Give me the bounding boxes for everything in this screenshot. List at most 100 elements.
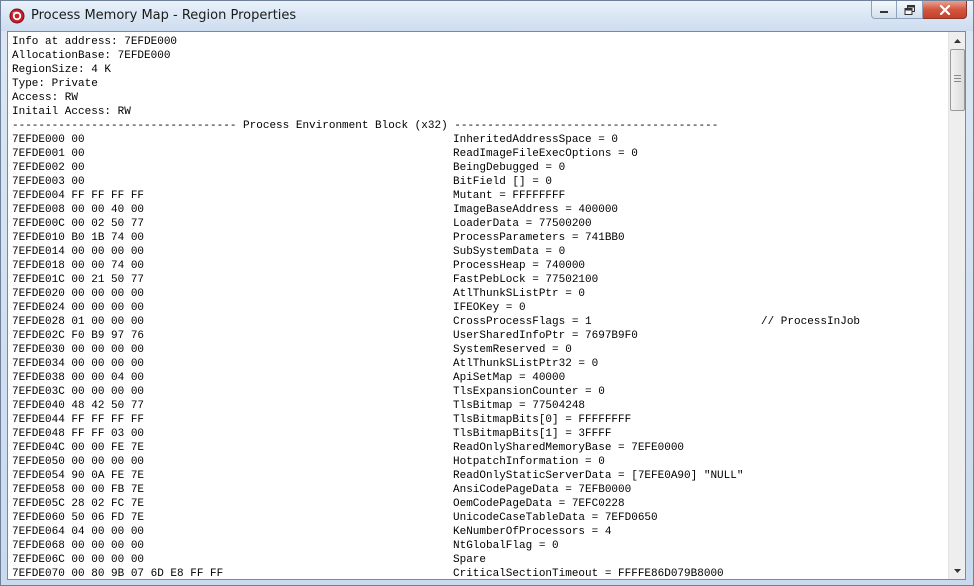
peb-row: 7EFDE048 FF FF 03 00 TlsBitmapBits[1] = 3… xyxy=(12,427,948,441)
peb-row: 7EFDE00C 00 02 50 77 LoaderData = 7750020… xyxy=(12,217,948,231)
peb-hex-bytes: 7EFDE050 00 00 00 00 xyxy=(12,456,145,468)
peb-field: BitField [] = 0 xyxy=(453,176,553,188)
peb-hex-bytes: 7EFDE04C 00 00 FE 7E xyxy=(12,442,145,454)
peb-row: 7EFDE044 FF FF FF FF TlsBitmapBits[0] = F… xyxy=(12,413,948,427)
peb-hex-bytes: 7EFDE060 50 06 FD 7E xyxy=(12,512,145,524)
peb-row: 7EFDE020 00 00 00 00 AtlThunkSListPtr = 0 xyxy=(12,287,948,301)
close-icon xyxy=(939,4,950,15)
peb-field: AtlThunkSListPtr32 = 0 xyxy=(453,358,599,370)
peb-hex-bytes: 7EFDE018 00 00 74 00 xyxy=(12,260,145,272)
peb-hex-bytes: 7EFDE040 48 42 50 77 xyxy=(12,400,145,412)
scroll-down-button[interactable] xyxy=(949,562,965,579)
scroll-up-button[interactable] xyxy=(949,32,965,49)
peb-row: 7EFDE050 00 00 00 00 HotpatchInformation … xyxy=(12,455,948,469)
peb-row: 7EFDE018 00 00 74 00 ProcessHeap = 740000 xyxy=(12,259,948,273)
peb-hex-bytes: 7EFDE03C 00 00 00 00 xyxy=(12,386,145,398)
peb-field: OemCodePageData = 7EFC0228 xyxy=(453,498,625,510)
info-line: Access: RW xyxy=(12,91,948,105)
info-line: RegionSize: 4 K xyxy=(12,63,948,77)
peb-hex-bytes: 7EFDE008 00 00 40 00 xyxy=(12,204,145,216)
peb-row: 7EFDE034 00 00 00 00 AtlThunkSListPtr32 =… xyxy=(12,357,948,371)
restore-button[interactable] xyxy=(897,1,923,19)
title-bar[interactable]: Process Memory Map - Region Properties xyxy=(1,1,973,31)
peb-field: InheritedAddressSpace = 0 xyxy=(453,134,619,146)
peb-field: ProcessHeap = 740000 xyxy=(453,260,586,272)
peb-field: ReadImageFileExecOptions = 0 xyxy=(453,148,638,160)
properties-text-area[interactable]: Info at address: 7EFDE000 AllocationBase:… xyxy=(7,31,966,580)
info-text: Access: RW xyxy=(12,92,79,104)
region-properties-window: Process Memory Map - Region Properties I… xyxy=(0,0,974,586)
peb-row: 7EFDE068 00 00 00 00 NtGlobalFlag = 0 xyxy=(12,539,948,553)
peb-hex-bytes: 7EFDE05C 28 02 FC 7E xyxy=(12,498,145,510)
window-title: Process Memory Map - Region Properties xyxy=(31,8,297,23)
peb-hex-bytes: 7EFDE002 00 xyxy=(12,162,85,174)
peb-row: 7EFDE024 00 00 00 00 IFEOKey = 0 xyxy=(12,301,948,315)
peb-hex-bytes: 7EFDE014 00 00 00 00 xyxy=(12,246,145,258)
info-line: Type: Private xyxy=(12,77,948,91)
peb-row: 7EFDE040 48 42 50 77 TlsBitmap = 77504248 xyxy=(12,399,948,413)
peb-row: 7EFDE058 00 00 FB 7E AnsiCodePageData = 7… xyxy=(12,483,948,497)
peb-table: 7EFDE000 00 InheritedAddressSpace = 0 7EFD… xyxy=(12,133,948,579)
peb-field: TlsBitmap = 77504248 xyxy=(453,400,586,412)
info-text: Type: Private xyxy=(12,78,98,90)
peb-row: 7EFDE02C F0 B9 97 76 UserSharedInfoPtr = … xyxy=(12,329,948,343)
peb-hex-bytes: 7EFDE06C 00 00 00 00 xyxy=(12,554,145,566)
peb-row: 7EFDE004 FF FF FF FF Mutant = FFFFFFFF xyxy=(12,189,948,203)
peb-field: FastPebLock = 77502100 xyxy=(453,274,599,286)
peb-hex-bytes: 7EFDE044 FF FF FF FF xyxy=(12,414,145,426)
peb-row: 7EFDE010 B0 1B 74 00 ProcessParameters = … xyxy=(12,231,948,245)
peb-hex-bytes: 7EFDE028 01 00 00 00 xyxy=(12,316,145,328)
peb-hex-bytes: 7EFDE004 FF FF FF FF xyxy=(12,190,145,202)
peb-row: 7EFDE030 00 00 00 00 SystemReserved = 0 xyxy=(12,343,948,357)
vertical-scrollbar[interactable] xyxy=(948,32,965,579)
minimize-icon xyxy=(880,10,888,13)
thumb-grip-line xyxy=(954,81,961,82)
peb-field: Mutant = FFFFFFFF xyxy=(453,190,566,202)
properties-content: Info at address: 7EFDE000 AllocationBase:… xyxy=(8,32,948,579)
peb-field: SubSystemData = 0 xyxy=(453,246,566,258)
peb-row: 7EFDE04C 00 00 FE 7E ReadOnlySharedMemory… xyxy=(12,441,948,455)
peb-hex-bytes: 7EFDE001 00 xyxy=(12,148,85,160)
scroll-up-arrow-icon xyxy=(953,38,961,43)
peb-field: LoaderData = 77500200 xyxy=(453,218,592,230)
peb-row: 7EFDE014 00 00 00 00 SubSystemData = 0 xyxy=(12,245,948,259)
peb-row: 7EFDE038 00 00 04 00 ApiSetMap = 40000 xyxy=(12,371,948,385)
thumb-grip-line xyxy=(954,75,961,76)
peb-hex-bytes: 7EFDE003 00 xyxy=(12,176,85,188)
peb-hex-bytes: 7EFDE030 00 00 00 00 xyxy=(12,344,145,356)
peb-field: ReadOnlySharedMemoryBase = 7EFE0000 xyxy=(453,442,685,454)
info-text: Initail Access: RW xyxy=(12,106,131,118)
peb-row: 7EFDE06C 00 00 00 00 Spare xyxy=(12,553,948,567)
region-info: Info at address: 7EFDE000 AllocationBase:… xyxy=(12,35,948,119)
peb-hex-bytes: 7EFDE054 90 0A FE 7E xyxy=(12,470,145,482)
peb-field: TlsBitmapBits[0] = FFFFFFFF xyxy=(453,414,632,426)
peb-row: 7EFDE028 01 00 00 00 CrossProcessFlags = … xyxy=(12,315,948,329)
peb-field: KeNumberOfProcessors = 4 xyxy=(453,526,612,538)
peb-separator: ---------------------------------- Proce… xyxy=(12,119,948,133)
peb-hex-bytes: 7EFDE038 00 00 04 00 xyxy=(12,372,145,384)
peb-row: 7EFDE01C 00 21 50 77 FastPebLock = 775021… xyxy=(12,273,948,287)
peb-hex-bytes: 7EFDE020 00 00 00 00 xyxy=(12,288,145,300)
minimize-button[interactable] xyxy=(871,1,897,19)
info-line: AllocationBase: 7EFDE000 xyxy=(12,49,948,63)
peb-hex-bytes: 7EFDE064 04 00 00 00 xyxy=(12,526,145,538)
peb-row: 7EFDE003 00 BitField [] = 0 xyxy=(12,175,948,189)
peb-hex-bytes: 7EFDE048 FF FF 03 00 xyxy=(12,428,145,440)
peb-field: HotpatchInformation = 0 xyxy=(453,456,605,468)
app-record-icon xyxy=(9,8,25,24)
peb-row: 7EFDE054 90 0A FE 7E ReadOnlyStaticServer… xyxy=(12,469,948,483)
peb-comment: // ProcessInJob xyxy=(761,316,861,328)
peb-field: AtlThunkSListPtr = 0 xyxy=(453,288,586,300)
scroll-thumb[interactable] xyxy=(950,49,965,111)
peb-field: AnsiCodePageData = 7EFB0000 xyxy=(453,484,632,496)
peb-row: 7EFDE05C 28 02 FC 7E OemCodePageData = 7E… xyxy=(12,497,948,511)
close-button[interactable] xyxy=(923,1,967,19)
peb-field: BeingDebugged = 0 xyxy=(453,162,566,174)
peb-field: ApiSetMap = 40000 xyxy=(453,372,566,384)
peb-hex-bytes: 7EFDE034 00 00 00 00 xyxy=(12,358,145,370)
peb-row: 7EFDE008 00 00 40 00 ImageBaseAddress = 4… xyxy=(12,203,948,217)
peb-field: IFEOKey = 0 xyxy=(453,302,526,314)
peb-field: TlsBitmapBits[1] = 3FFFF xyxy=(453,428,612,440)
peb-row: 7EFDE060 50 06 FD 7E UnicodeCaseTableData… xyxy=(12,511,948,525)
peb-hex-bytes: 7EFDE00C 00 02 50 77 xyxy=(12,218,145,230)
